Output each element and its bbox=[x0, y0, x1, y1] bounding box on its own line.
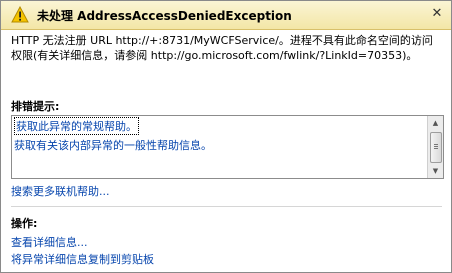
troubleshooting-tips-list: 获取此异常的常规帮助。 获取有关该内部异常的一般性帮助信息。 ▲ ▼ bbox=[11, 115, 444, 179]
close-button[interactable]: ✕ bbox=[430, 7, 444, 21]
tips-scrollbar[interactable]: ▲ ▼ bbox=[427, 116, 443, 178]
search-online-help-link[interactable]: 搜索更多联机帮助... bbox=[11, 183, 110, 199]
troubleshooting-heading: 排错提示: bbox=[11, 100, 60, 113]
tip-inner-exception-help-link[interactable]: 获取有关该内部异常的一般性帮助信息。 bbox=[14, 137, 212, 153]
scrollbar-thumb[interactable] bbox=[430, 132, 442, 163]
tip-general-help-link[interactable]: 获取此异常的常规帮助。 bbox=[14, 117, 139, 135]
grip-line-icon bbox=[434, 146, 438, 147]
actions-heading: 操作: bbox=[11, 217, 38, 230]
copy-exception-details-link[interactable]: 将异常详细信息复制到剪贴板 bbox=[11, 251, 154, 267]
section-divider bbox=[11, 206, 442, 207]
title-bar[interactable]: 未处理 AddressAccessDeniedException ✕ bbox=[1, 1, 451, 30]
exception-message: HTTP 无法注册 URL http://+:8731/MyWCFService… bbox=[11, 34, 433, 62]
grip-line-icon bbox=[434, 148, 438, 149]
dialog-title: 未处理 AddressAccessDeniedException bbox=[37, 9, 292, 23]
warning-icon bbox=[11, 6, 29, 23]
grip-line-icon bbox=[434, 144, 438, 145]
view-details-link[interactable]: 查看详细信息... bbox=[11, 234, 88, 250]
scroll-up-icon[interactable]: ▲ bbox=[428, 116, 443, 130]
scroll-down-icon[interactable]: ▼ bbox=[428, 164, 443, 178]
exception-assistant-dialog: 未处理 AddressAccessDeniedException ✕ HTTP … bbox=[0, 0, 452, 273]
